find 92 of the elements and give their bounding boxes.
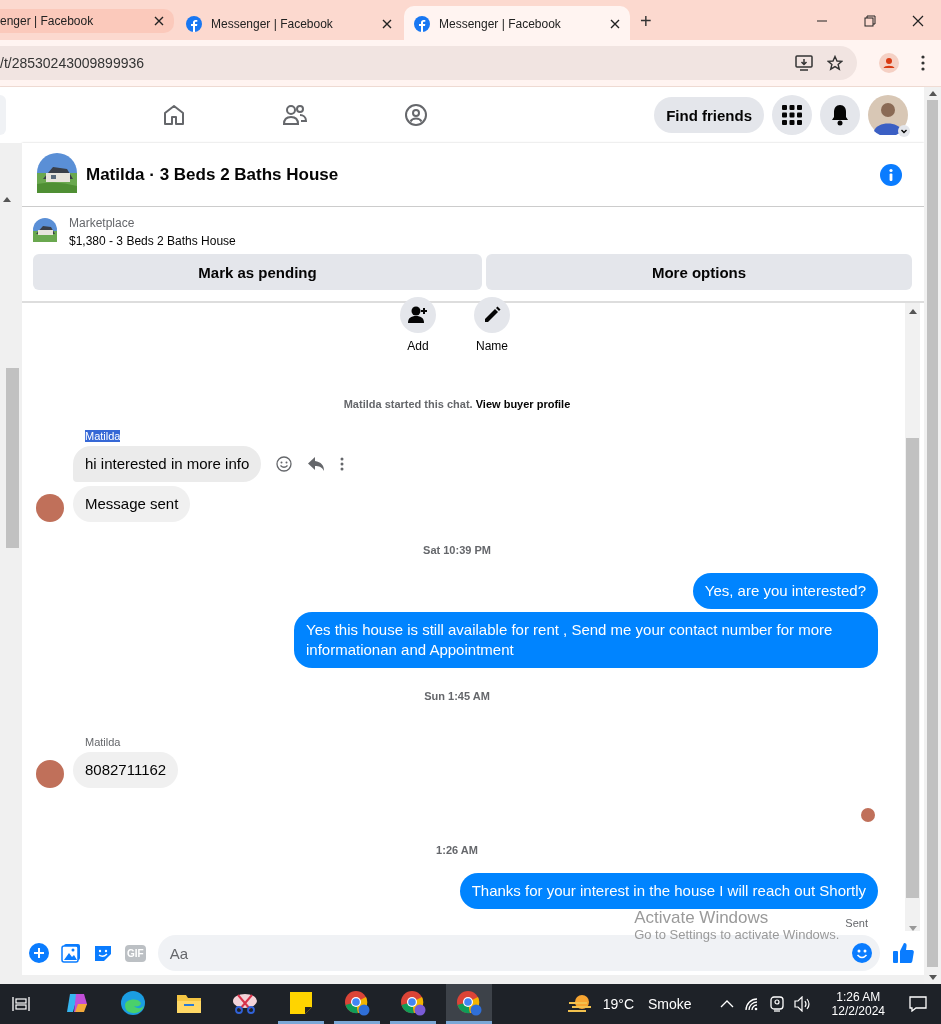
speaker-icon[interactable] xyxy=(793,996,812,1012)
grid-icon xyxy=(782,105,802,125)
photo-icon[interactable] xyxy=(61,943,81,963)
chevron-icon[interactable] xyxy=(898,125,910,137)
scroll-up-icon[interactable] xyxy=(928,91,937,96)
action-button[interactable] xyxy=(400,297,436,333)
plus-icon[interactable] xyxy=(29,943,49,963)
bell-icon xyxy=(830,104,850,126)
profile-icon[interactable] xyxy=(879,53,899,73)
notifications-button[interactable] xyxy=(820,95,860,135)
view-buyer-profile-link[interactable]: View buyer profile xyxy=(475,398,571,410)
sender-name: Matilda xyxy=(85,736,121,748)
browser-tab[interactable]: enger | Facebook xyxy=(0,9,174,33)
tab-title: enger | Facebook xyxy=(0,14,95,28)
clock-date[interactable]: 12/2/2024 xyxy=(831,1004,885,1018)
clock-time[interactable]: 1:26 AM xyxy=(836,990,881,1004)
info-icon[interactable] xyxy=(880,163,902,186)
thumbs-up-icon[interactable] xyxy=(892,942,914,964)
pencil-icon xyxy=(483,306,501,324)
notifications-icon[interactable] xyxy=(909,996,927,1012)
emoji-icon[interactable] xyxy=(852,943,872,963)
tab-title: Messenger | Facebook xyxy=(439,17,562,31)
close-icon[interactable] xyxy=(610,19,620,29)
find-friends-button[interactable]: Find friends xyxy=(654,97,764,133)
avatar-icon xyxy=(36,494,64,522)
message-bubble: Thanks for your interest in the house I will reach out Shortly xyxy=(459,873,878,909)
message-bubble: Yes, are you interested? xyxy=(692,573,878,609)
sticky-note-icon xyxy=(289,990,313,1015)
browser-tab[interactable]: Messenger | Facebook xyxy=(404,6,630,42)
seen-avatar-icon xyxy=(861,808,875,822)
sticker-icon[interactable] xyxy=(93,943,113,963)
message-bubble: Yes this house is still available for rent , Send me your contact number for more informationan and Appointment xyxy=(294,612,878,668)
message-bubble: hi interested in more info xyxy=(73,446,262,482)
reply-icon[interactable] xyxy=(307,456,326,472)
task-view-icon[interactable] xyxy=(12,996,30,1012)
install-icon[interactable] xyxy=(795,55,813,71)
camera-icon[interactable] xyxy=(769,996,784,1012)
message-bubble: Message sent xyxy=(73,486,191,522)
new-tab-button[interactable]: + xyxy=(640,9,652,33)
menu-icon[interactable] xyxy=(921,55,925,71)
weather-text: Smoke xyxy=(648,996,692,1012)
browser-icon xyxy=(400,989,426,1016)
scrollbar-thumb[interactable] xyxy=(927,100,938,967)
chevron-up-icon[interactable] xyxy=(719,1000,734,1008)
listing-action-button[interactable]: More options xyxy=(486,254,912,290)
browser-icon xyxy=(456,989,482,1016)
timestamp: Sat 10:39 PM xyxy=(423,544,491,556)
scrollbar-thumb[interactable] xyxy=(906,438,919,898)
address-bar[interactable]: /t/28530243009899936 xyxy=(0,46,857,80)
timestamp: 1:26 AM xyxy=(436,844,478,856)
facebook-icon xyxy=(414,16,430,32)
tab-title: Messenger | Facebook xyxy=(211,17,334,31)
message-bubble: 8082711162 xyxy=(73,752,179,788)
temperature-text: 19°C xyxy=(602,996,635,1012)
marketplace-label: Marketplace xyxy=(69,216,136,230)
chat-title: Matilda · 3 Beds 2 Baths House xyxy=(86,164,339,185)
action-label: Add xyxy=(407,339,429,353)
close-icon[interactable] xyxy=(912,15,924,27)
action-button[interactable] xyxy=(474,297,510,333)
close-icon[interactable] xyxy=(154,16,164,26)
more-icon[interactable] xyxy=(340,457,345,471)
star-icon[interactable] xyxy=(827,55,843,71)
browser-icon xyxy=(344,989,370,1016)
emoji-icon[interactable] xyxy=(276,456,293,472)
taskbar-app[interactable] xyxy=(446,984,492,1024)
sender-name: Matilda xyxy=(85,430,121,442)
delivery-status: Sent xyxy=(845,917,868,929)
scroll-up-icon[interactable] xyxy=(908,309,917,314)
scroll-down-icon[interactable] xyxy=(928,975,937,980)
url-text: /t/28530243009899936 xyxy=(0,55,145,71)
wave-logo-icon xyxy=(120,989,146,1016)
home-icon[interactable] xyxy=(162,103,186,127)
avatar-icon[interactable] xyxy=(868,95,908,135)
avatar-icon xyxy=(36,760,64,788)
browser-tab[interactable]: Messenger | Facebook xyxy=(176,8,402,40)
restore-icon[interactable] xyxy=(864,15,876,27)
activation-notice-title: Activate Windows xyxy=(634,909,770,928)
action-label: Name xyxy=(476,339,508,353)
weather-icon xyxy=(566,993,593,1015)
wifi-icon[interactable] xyxy=(743,997,760,1011)
friends-icon[interactable] xyxy=(282,103,308,127)
scrollbar-thumb[interactable] xyxy=(6,368,19,548)
close-icon[interactable] xyxy=(382,19,392,29)
listing-action-button[interactable]: Mark as pending xyxy=(33,254,482,290)
groups-icon[interactable] xyxy=(404,103,428,127)
chat-started-text: Matilda started this chat. xyxy=(343,398,473,410)
listing-title: $1,380 - 3 Beds 2 Baths House xyxy=(69,234,236,248)
add-person-icon xyxy=(408,306,428,324)
timestamp: Sun 1:45 AM xyxy=(424,690,490,702)
scroll-up-icon[interactable] xyxy=(3,197,11,202)
menu-button[interactable] xyxy=(772,95,812,135)
facebook-icon xyxy=(186,16,202,32)
